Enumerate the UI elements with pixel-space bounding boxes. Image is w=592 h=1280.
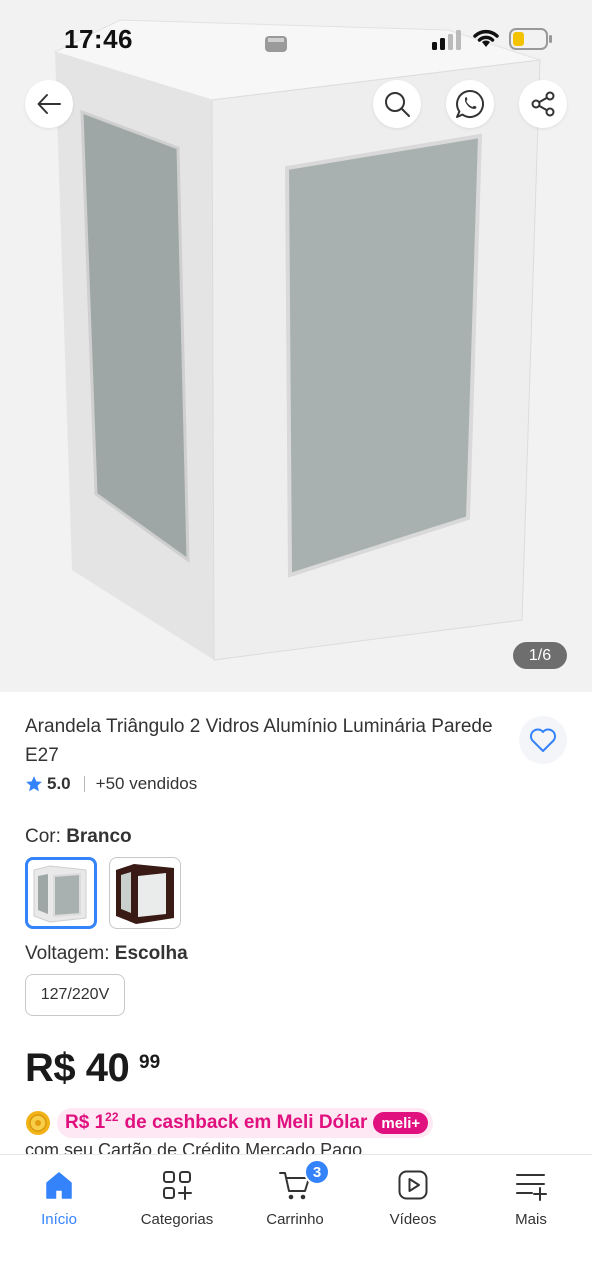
- menu-plus-icon: [516, 1174, 547, 1201]
- search-button[interactable]: [373, 80, 421, 128]
- cashback-row[interactable]: R$ 1 22 de cashback em Meli Dólar meli+: [25, 1108, 434, 1138]
- video-icon: [398, 1170, 428, 1200]
- white-lamp-thumbnail: [33, 865, 87, 923]
- brown-lamp-thumbnail: [116, 864, 174, 924]
- search-icon: [385, 92, 410, 117]
- whatsapp-share-button[interactable]: [446, 80, 494, 128]
- price: R$ 40 99: [25, 1046, 160, 1091]
- price-whole: 40: [85, 1046, 130, 1090]
- color-swatch-white[interactable]: [25, 857, 97, 929]
- heart-icon: [530, 728, 556, 752]
- share-icon: [531, 91, 555, 117]
- product-image: [53, 19, 541, 661]
- categories-icon: [163, 1171, 192, 1200]
- cashback-amount: R$ 1: [65, 1112, 106, 1133]
- price-cents: 99: [139, 1052, 161, 1073]
- cashback-pill: R$ 1 22 de cashback em Meli Dólar meli+: [57, 1108, 434, 1138]
- color-swatch-brown[interactable]: [109, 857, 181, 929]
- nav-label-carrinho: Carrinho: [266, 1211, 324, 1228]
- nav-label-videos: Vídeos: [389, 1211, 437, 1228]
- nav-inicio[interactable]: Início: [0, 1155, 118, 1245]
- whatsapp-icon: [456, 89, 485, 118]
- nav-carrinho[interactable]: 3 Carrinho: [236, 1155, 354, 1245]
- price-currency: R$: [25, 1046, 76, 1090]
- voltage-value: Escolha: [114, 943, 188, 964]
- voltage-option-label: Voltagem: Escolha: [25, 943, 188, 965]
- meli-coin-icon: [26, 1111, 50, 1135]
- color-value: Branco: [66, 826, 132, 847]
- nav-label-inicio: Início: [41, 1211, 77, 1228]
- signal-icon: [432, 30, 461, 50]
- rating-score: 5.0: [47, 774, 71, 793]
- nav-mais[interactable]: Mais: [472, 1155, 590, 1245]
- status-time: 17:46: [64, 24, 133, 54]
- voltage-label: Voltagem:: [25, 943, 110, 964]
- nav-label-mais: Mais: [515, 1211, 547, 1228]
- star-icon: [26, 776, 42, 792]
- product-title: Arandela Triângulo 2 Vidros Alumínio Lum…: [25, 716, 493, 766]
- rating-row[interactable]: 5.0 +50 vendidos: [25, 772, 197, 796]
- favorite-button[interactable]: [519, 716, 567, 764]
- nav-label-categorias: Categorias: [140, 1211, 214, 1228]
- product-image-gallery[interactable]: 17:46 1/6: [0, 0, 592, 692]
- cashback-text: de cashback em Meli Dólar: [124, 1112, 368, 1133]
- price-main: R$ 40: [25, 1046, 130, 1090]
- meli-plus-badge: meli+: [373, 1112, 429, 1134]
- sold-count: +50 vendidos: [95, 774, 198, 793]
- image-counter: 1/6: [513, 642, 567, 669]
- color-label: Cor:: [25, 826, 61, 847]
- cashback-cents: 22: [105, 1110, 119, 1124]
- color-option-label: Cor: Branco: [25, 826, 132, 848]
- battery-icon: [509, 28, 552, 50]
- wifi-icon: [473, 29, 499, 47]
- bottom-navigation: Início Categorias 3 Carrinho Vídeos Mais: [0, 1154, 592, 1280]
- nav-videos[interactable]: Vídeos: [354, 1155, 472, 1245]
- arrow-left-icon: [37, 94, 61, 114]
- status-bar: 17:46: [0, 0, 592, 78]
- share-button[interactable]: [519, 80, 567, 128]
- nav-categorias[interactable]: Categorias: [118, 1155, 236, 1245]
- rating-divider: [83, 776, 85, 792]
- cart-badge: 3: [304, 1159, 330, 1185]
- home-icon: [46, 1172, 72, 1199]
- voltage-chip[interactable]: 127/220V: [25, 974, 125, 1016]
- back-button[interactable]: [25, 80, 73, 128]
